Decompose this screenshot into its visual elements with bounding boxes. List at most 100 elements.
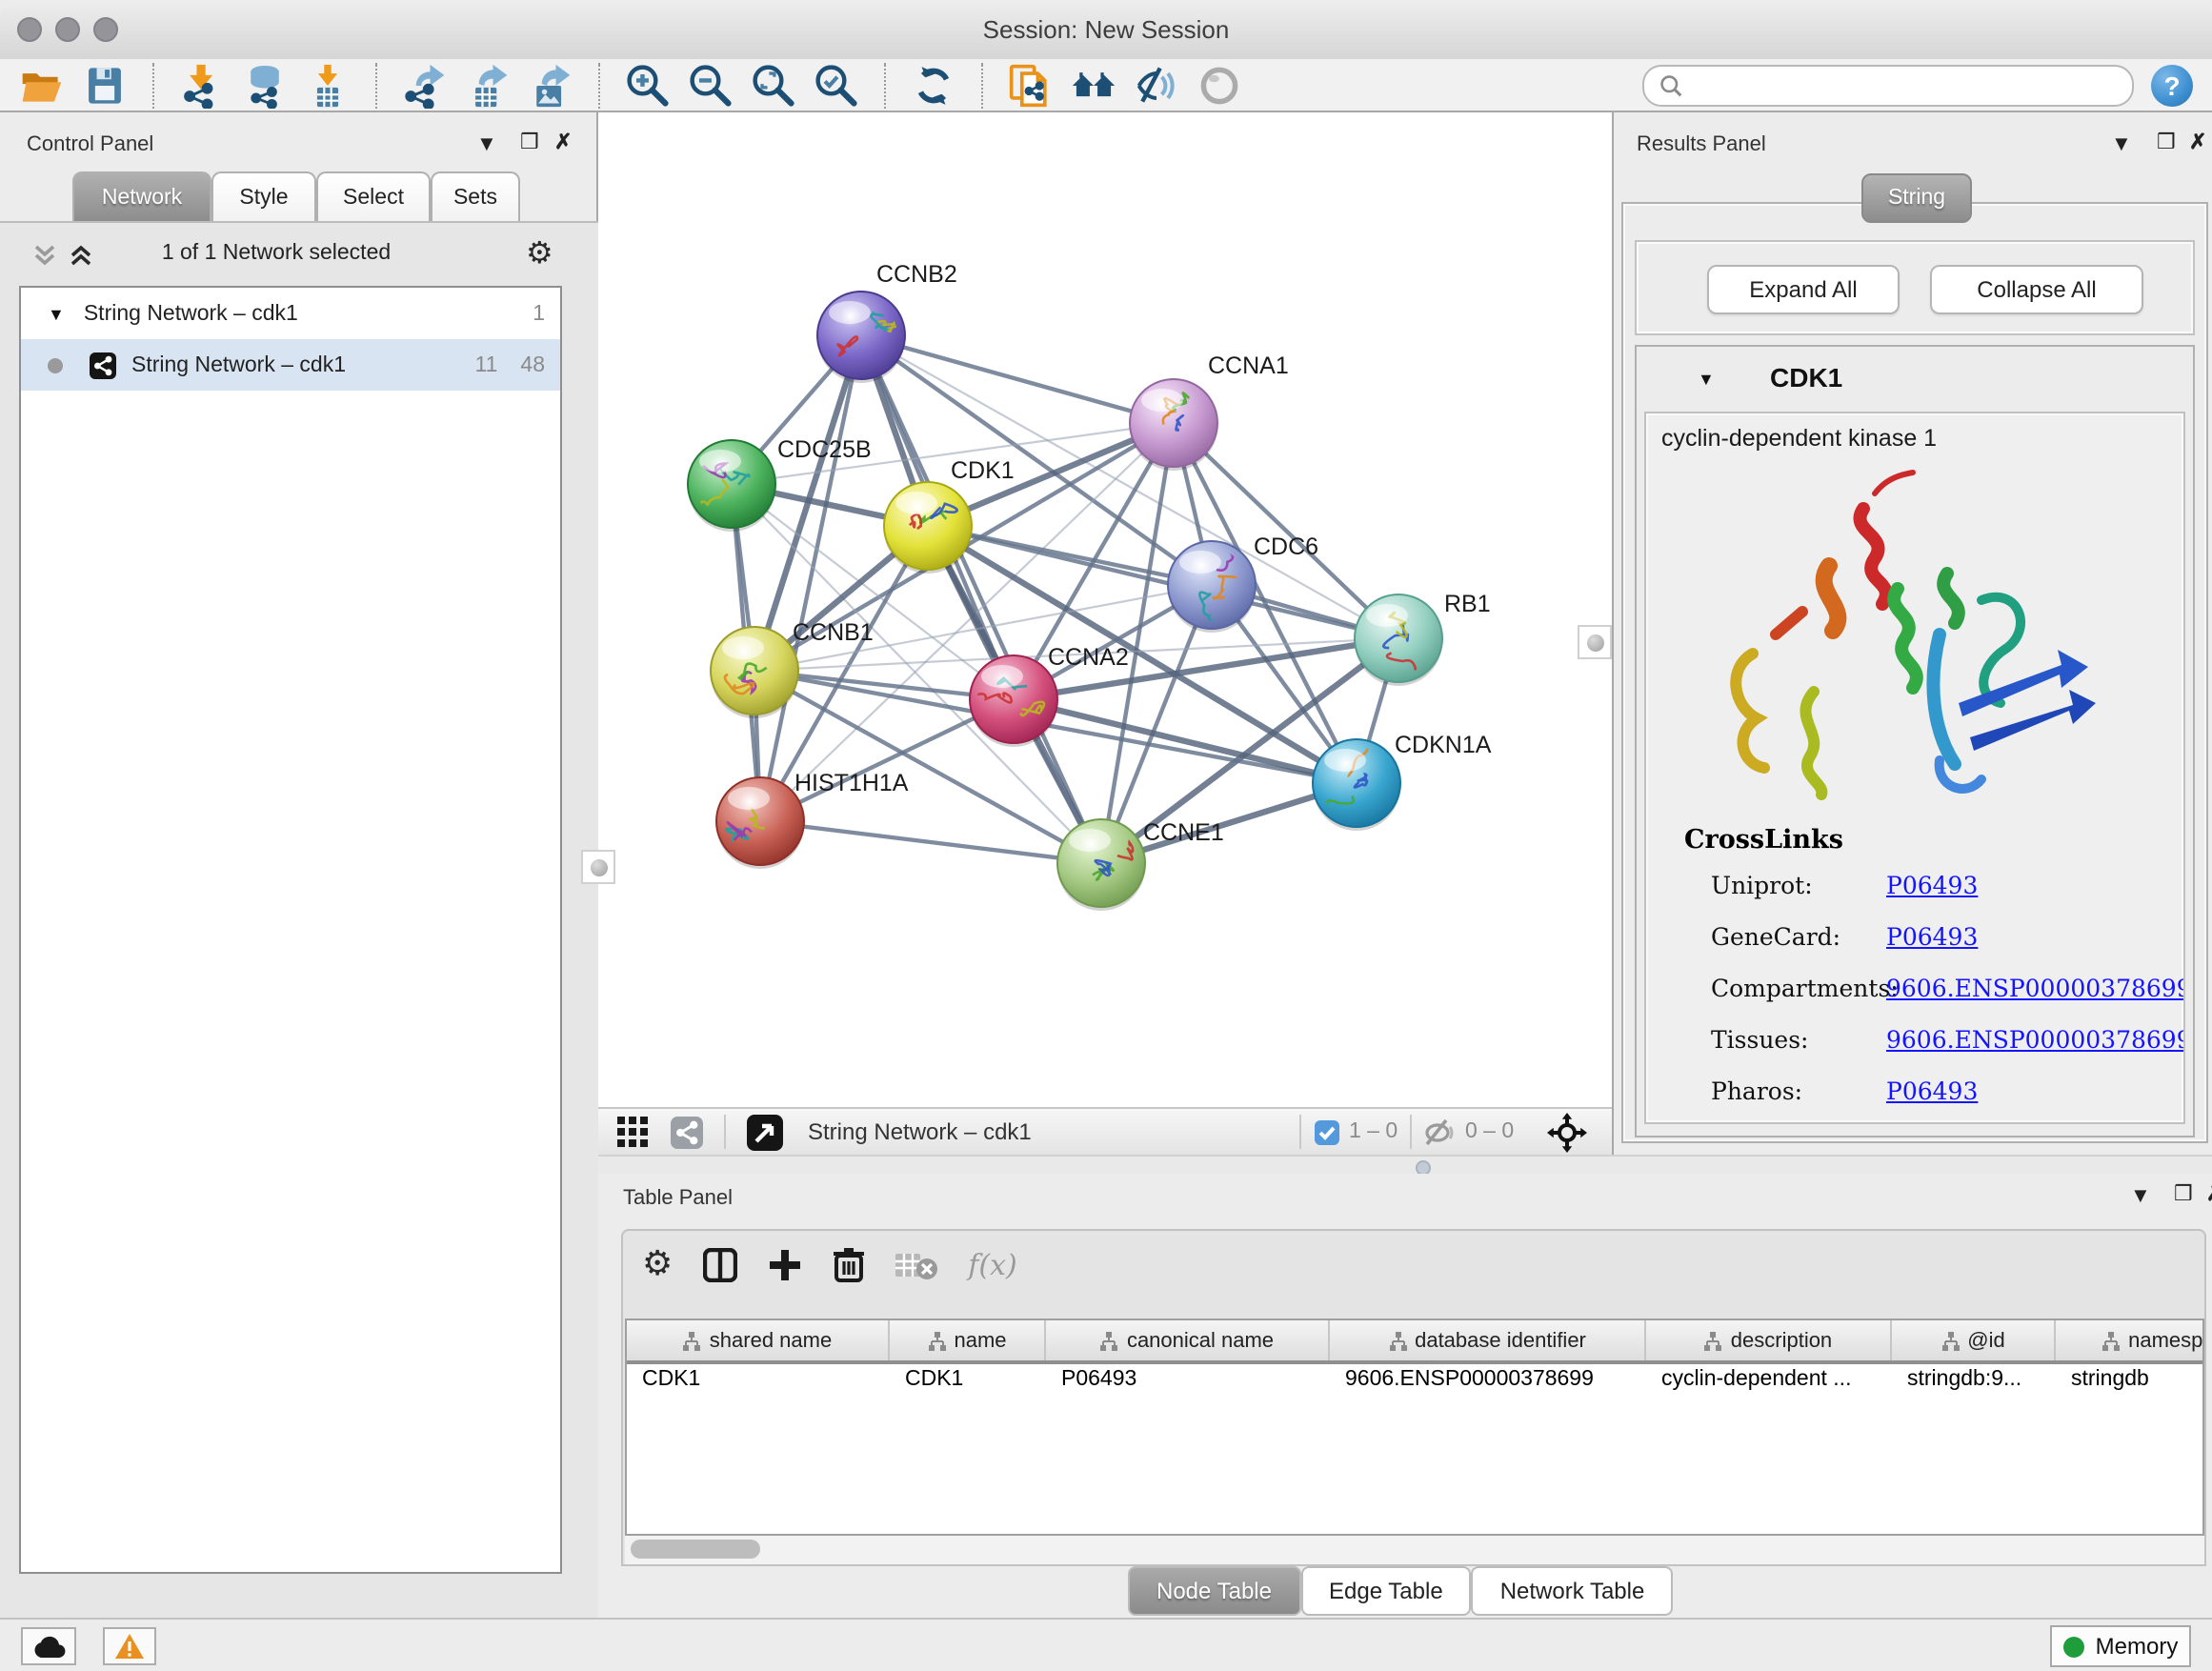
column-header-shared-name[interactable]: shared name: [627, 1320, 890, 1360]
gene-card-expand-icon[interactable]: ▼: [1698, 370, 1715, 389]
network-options-gear-icon[interactable]: ⚙: [526, 238, 553, 269]
column-header-description[interactable]: description: [1646, 1320, 1892, 1360]
table-cell[interactable]: cyclin-dependent ...: [1646, 1364, 1892, 1400]
table-horizontal-scrollbar[interactable]: [625, 1536, 2204, 1564]
search-input[interactable]: [1692, 71, 2117, 98]
crosslink-value-link[interactable]: 9606.ENSP00000378699: [1886, 974, 2185, 1002]
collapse-all-button[interactable]: Collapse All: [1930, 265, 2143, 314]
network-edge[interactable]: [861, 335, 1174, 423]
pan-network-crosshair-icon[interactable]: [1547, 1113, 1587, 1153]
tab-network[interactable]: Network: [72, 171, 211, 221]
crosslink-value-link[interactable]: 9606.ENSP00000378699: [1886, 1025, 2185, 1054]
network-edge[interactable]: [760, 821, 1101, 863]
hide-visual-properties-icon[interactable]: [1134, 62, 1179, 108]
results-panel-float-icon[interactable]: ❒: [2157, 133, 2176, 154]
network-row[interactable]: String Network – cdk1 11 48: [21, 339, 560, 391]
import-network-file-icon[interactable]: [179, 62, 225, 108]
table-cell[interactable]: CDK1: [627, 1364, 890, 1400]
crosslink-value-link[interactable]: P06493: [1886, 1077, 1978, 1105]
tab-sets[interactable]: Sets: [431, 171, 520, 221]
collapse-all-networks-icon[interactable]: [32, 244, 57, 267]
tab-edge-table[interactable]: Edge Table: [1300, 1566, 1472, 1616]
tab-string[interactable]: String: [1861, 173, 1972, 223]
table-cell[interactable]: stringdb:9...: [1892, 1364, 2056, 1400]
scrollbar-thumb[interactable]: [631, 1540, 760, 1559]
tab-style[interactable]: Style: [211, 171, 316, 221]
control-panel-close-icon[interactable]: ✗: [554, 133, 572, 154]
export-network-icon[interactable]: [402, 62, 448, 108]
table-panel-float-icon[interactable]: ❒: [2174, 1185, 2193, 1206]
network-node-ccnb2[interactable]: CCNB2: [817, 261, 957, 383]
column-header-namespace[interactable]: namespace: [2056, 1320, 2204, 1360]
share-session-icon[interactable]: [1008, 62, 1054, 108]
function-builder-icon[interactable]: f(x): [968, 1247, 1016, 1281]
table-cell[interactable]: 9606.ENSP00000378699: [1330, 1364, 1646, 1400]
network-node-cdk1[interactable]: CDK1: [884, 457, 1015, 574]
right-splitter-handle[interactable]: [1578, 625, 1612, 659]
collection-expand-icon[interactable]: ▼: [48, 304, 65, 323]
show-network-grid-icon[interactable]: [617, 1117, 650, 1149]
horizontal-splitter[interactable]: [598, 1155, 2212, 1176]
table-cell[interactable]: P06493: [1046, 1364, 1330, 1400]
gene-card-header[interactable]: ▼ CDK1: [1637, 347, 2193, 410]
export-table-icon[interactable]: [465, 62, 511, 108]
results-panel-close-icon[interactable]: ✗: [2189, 133, 2206, 154]
save-session-icon[interactable]: [82, 62, 128, 108]
column-header--id[interactable]: @id: [1892, 1320, 2056, 1360]
control-panel-menu-icon[interactable]: ▼: [476, 135, 497, 156]
network-node-ccna2[interactable]: CCNA2: [970, 644, 1129, 747]
network-edge[interactable]: [928, 526, 1398, 638]
zoom-out-icon[interactable]: [688, 62, 734, 108]
help-icon[interactable]: ?: [2151, 64, 2193, 106]
selected-items-checkbox-icon[interactable]: [1315, 1120, 1339, 1145]
open-session-icon[interactable]: [19, 62, 65, 108]
table-panel-close-icon[interactable]: ✗: [2206, 1185, 2212, 1206]
network-edge[interactable]: [760, 335, 861, 821]
refresh-view-icon[interactable]: [911, 62, 956, 108]
network-node-cdkn1a[interactable]: CDKN1A: [1313, 732, 1492, 831]
show-visual-properties-icon[interactable]: [1196, 62, 1242, 108]
show-columns-icon[interactable]: [703, 1247, 737, 1281]
create-column-plus-icon[interactable]: [768, 1247, 802, 1281]
tab-network-table[interactable]: Network Table: [1472, 1566, 1674, 1616]
network-node-rb1[interactable]: RB1: [1355, 591, 1491, 686]
expand-all-networks-icon[interactable]: [69, 244, 93, 267]
table-panel-menu-icon[interactable]: ▼: [2130, 1187, 2151, 1208]
zoom-fit-icon[interactable]: [751, 62, 796, 108]
table-cell[interactable]: CDK1: [890, 1364, 1046, 1400]
network-view[interactable]: CCNB2CCNA1CDC25BCDK1CDC6RB1CCNB1CCNA2CDK…: [598, 112, 1612, 1107]
collection-count: 1: [533, 302, 545, 325]
column-header-canonical-name[interactable]: canonical name: [1046, 1320, 1330, 1360]
memory-button[interactable]: Memory: [2050, 1625, 2191, 1667]
column-header-name[interactable]: name: [890, 1320, 1046, 1360]
column-header-database-identifier[interactable]: database identifier: [1330, 1320, 1646, 1360]
expand-all-button[interactable]: Expand All: [1707, 265, 1900, 314]
delete-table-icon[interactable]: [895, 1249, 937, 1279]
zoom-selected-icon[interactable]: [814, 62, 859, 108]
import-table-file-icon[interactable]: [305, 62, 351, 108]
import-network-database-icon[interactable]: [242, 62, 288, 108]
network-panel-body: 1 of 1 Network selected ⚙ ▼ String Netwo…: [0, 221, 598, 1620]
cloud-status-button[interactable]: [21, 1627, 76, 1665]
network-node-hist1h1a[interactable]: HIST1H1A: [716, 770, 909, 869]
network-view-share-icon[interactable]: [671, 1117, 703, 1149]
table-options-gear-icon[interactable]: ⚙: [642, 1247, 673, 1281]
network-node-cdc6[interactable]: CDC6: [1168, 534, 1318, 633]
left-splitter-handle[interactable]: [581, 850, 615, 884]
network-node-ccna1[interactable]: CCNA1: [1130, 352, 1289, 471]
table-cell[interactable]: stringdb: [2056, 1364, 2204, 1400]
crosslink-value-link[interactable]: P06493: [1886, 922, 1978, 951]
crosslink-value-link[interactable]: P06493: [1886, 871, 1978, 899]
delete-column-trash-icon[interactable]: [833, 1246, 865, 1282]
zoom-in-icon[interactable]: [625, 62, 671, 108]
network-collection-row[interactable]: ▼ String Network – cdk1 1: [21, 288, 560, 339]
detach-view-icon[interactable]: [747, 1115, 783, 1151]
control-panel-float-icon[interactable]: ❒: [520, 133, 539, 154]
tab-node-table[interactable]: Node Table: [1128, 1566, 1300, 1616]
warning-status-button[interactable]: [103, 1627, 156, 1665]
network-node-cdc25b[interactable]: CDC25B: [688, 436, 872, 532]
results-panel-menu-icon[interactable]: ▼: [2111, 135, 2132, 156]
home-starter-panel-icon[interactable]: [1071, 62, 1116, 108]
export-image-icon[interactable]: [528, 62, 573, 108]
tab-select[interactable]: Select: [316, 171, 431, 221]
